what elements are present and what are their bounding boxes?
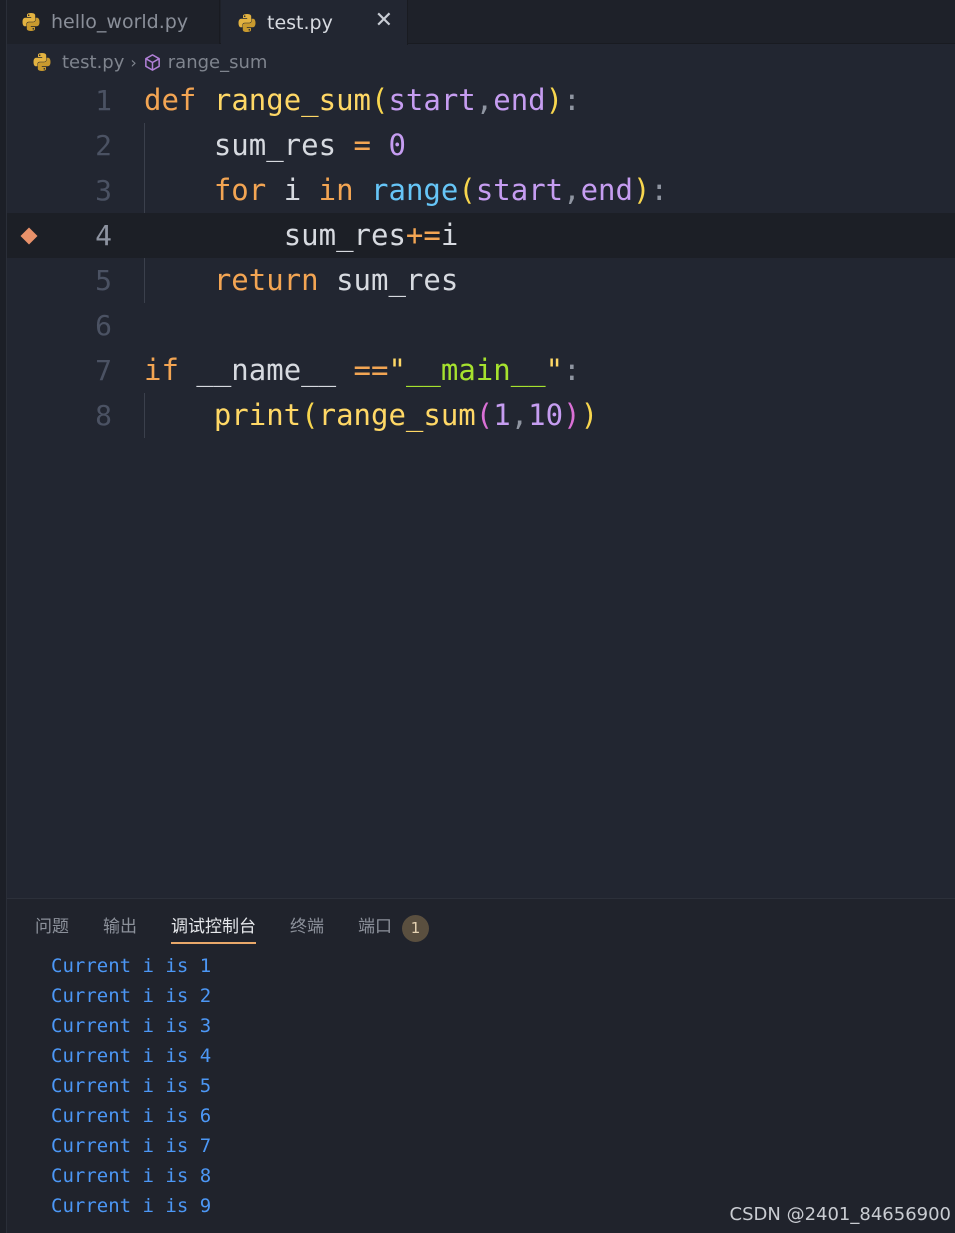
line-number: 5 bbox=[95, 264, 112, 297]
line-number: 4 bbox=[95, 219, 112, 252]
console-line: Current i is 7 bbox=[51, 1135, 212, 1157]
console-line: Current i is 1 bbox=[51, 955, 212, 977]
breadcrumb-symbol[interactable]: range_sum bbox=[168, 52, 268, 73]
bottom-panel: 问题 输出 调试控制台 终端 端口 1 Current i is 1 Curre… bbox=[7, 898, 955, 1233]
console-line: Current i is 6 bbox=[51, 1105, 212, 1127]
console-line: Current i is 3 bbox=[51, 1015, 212, 1037]
code-text: def range_sum(start,end): bbox=[144, 83, 581, 117]
breakpoint-icon[interactable] bbox=[20, 227, 38, 245]
chevron-right-icon: › bbox=[130, 52, 137, 72]
code-text: if __name__ =="__main__": bbox=[144, 353, 581, 387]
code-line-current[interactable]: 4 sum_res+=i bbox=[7, 213, 955, 258]
console-line: Current i is 4 bbox=[51, 1045, 212, 1067]
breadcrumb-file[interactable]: test.py bbox=[62, 52, 124, 73]
code-line[interactable]: 5 return sum_res bbox=[7, 258, 955, 303]
tab-label: test.py bbox=[267, 11, 333, 34]
line-number: 8 bbox=[95, 399, 112, 432]
code-line[interactable]: 8 print(range_sum(1,10)) bbox=[7, 393, 955, 438]
debug-console-output[interactable]: Current i is 1 Current i is 2 Current i … bbox=[51, 951, 211, 1221]
method-cube-icon bbox=[144, 53, 160, 71]
tab-problems[interactable]: 问题 bbox=[35, 913, 69, 943]
line-number: 1 bbox=[95, 84, 112, 117]
tab-hello-world[interactable]: hello_world.py bbox=[7, 0, 220, 44]
breadcrumb: test.py › range_sum bbox=[32, 48, 267, 76]
tab-ports[interactable]: 端口 bbox=[358, 913, 392, 943]
editor-tab-bar: hello_world.py test.py ✕ bbox=[7, 0, 955, 45]
close-icon[interactable]: ✕ bbox=[375, 8, 393, 33]
activity-bar-edge bbox=[0, 0, 7, 1233]
python-file-icon bbox=[22, 13, 40, 31]
code-text: sum_res+=i bbox=[283, 218, 459, 252]
console-line: Current i is 8 bbox=[51, 1165, 212, 1187]
code-line[interactable]: 2 sum_res = 0 bbox=[7, 123, 955, 168]
code-text: sum_res = 0 bbox=[213, 128, 406, 162]
code-text: print(range_sum(1,10)) bbox=[213, 398, 599, 432]
line-number: 3 bbox=[95, 174, 112, 207]
code-line[interactable]: 3 for i in range(start,end): bbox=[7, 168, 955, 213]
code-text: return sum_res bbox=[213, 263, 459, 297]
tab-terminal[interactable]: 终端 bbox=[290, 913, 324, 943]
line-number: 6 bbox=[95, 309, 112, 342]
tab-label: hello_world.py bbox=[51, 11, 189, 33]
python-file-icon bbox=[238, 13, 256, 32]
panel-tab-bar: 问题 输出 调试控制台 终端 端口 1 bbox=[35, 913, 429, 944]
code-line[interactable]: 7 if __name__ =="__main__": bbox=[7, 348, 955, 393]
tab-test-py[interactable]: test.py ✕ bbox=[221, 0, 408, 45]
tab-output[interactable]: 输出 bbox=[103, 913, 137, 943]
code-line[interactable]: 1 def range_sum(start,end): bbox=[7, 78, 955, 123]
code-editor[interactable]: 1 def range_sum(start,end): 2 sum_res = … bbox=[7, 78, 955, 898]
watermark: CSDN @2401_84656900 bbox=[729, 1204, 951, 1225]
console-line: Current i is 9 bbox=[51, 1195, 212, 1217]
console-line: Current i is 5 bbox=[51, 1075, 212, 1097]
line-number: 2 bbox=[95, 129, 112, 162]
python-file-icon bbox=[33, 53, 51, 71]
line-number: 7 bbox=[95, 354, 112, 387]
code-text: for i in range(start,end): bbox=[213, 173, 668, 207]
console-line: Current i is 2 bbox=[51, 985, 212, 1007]
ports-count-badge: 1 bbox=[402, 914, 429, 942]
tab-debug-console[interactable]: 调试控制台 bbox=[171, 913, 256, 944]
code-line[interactable]: 6 bbox=[7, 303, 955, 348]
